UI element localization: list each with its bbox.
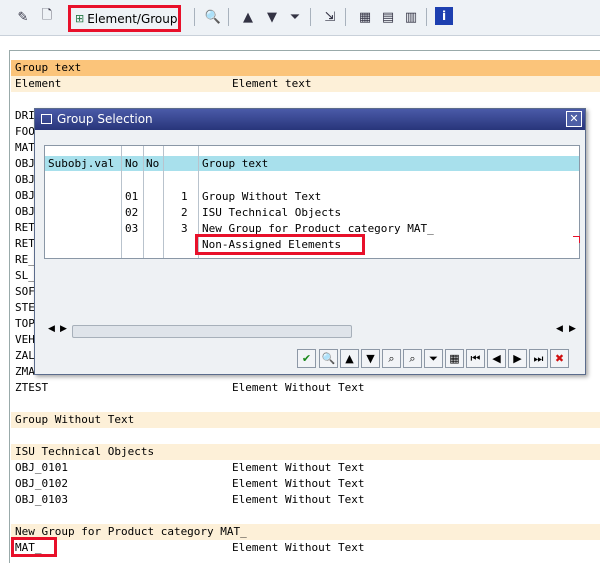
list-item[interactable]: SL_ [15, 268, 35, 284]
save-layout-icon[interactable]: ▥ [401, 7, 421, 27]
group-selection-dialog: Group Selection ✕ Subobj.val No No Group… [34, 108, 586, 375]
new-document-icon[interactable]: 🗋 [37, 7, 57, 27]
column-header-group-text[interactable]: Group text [202, 156, 268, 172]
find-next-icon[interactable]: ⌕ [403, 349, 422, 368]
scroll-left-icon[interactable]: ◀ [48, 324, 55, 334]
list-item[interactable]: OBJ [15, 172, 35, 188]
magnify-icon[interactable]: 🔍 [319, 349, 338, 368]
cursor-corner-mark [573, 236, 580, 243]
dialog-title-bar: Group Selection ✕ [35, 109, 585, 130]
hierarchy-icon: ⊞ [75, 12, 85, 25]
list-item[interactable]: OBJ_0103 [15, 492, 68, 508]
filter-icon[interactable]: ⏷ [285, 7, 305, 27]
info-icon[interactable]: i [435, 7, 453, 25]
list-item[interactable]: OBJ_0101 [15, 460, 68, 476]
list-item-ztest-text: Element Without Text [232, 381, 365, 394]
list-item-text: Element Without Text [232, 477, 365, 490]
application-toolbar: ✎ 🗋 ⊞ Element/Group 🔍 ▲ ▼ ⏷ ⇲ ▦ ▤ ▥ i [0, 0, 600, 36]
sort-descending-icon[interactable]: ▼ [262, 7, 282, 27]
sort-ascending-icon[interactable]: ▲ [340, 349, 359, 368]
sort-ascending-icon[interactable]: ▲ [238, 7, 258, 27]
table-cell-no2[interactable]: 1 [181, 189, 188, 205]
column-header-subobj[interactable]: Subobj.val [48, 156, 114, 172]
list-item[interactable]: VEH [15, 332, 35, 348]
column-header-element-text: Element text [232, 77, 312, 90]
confirm-check-icon[interactable]: ✔ [297, 349, 316, 368]
table-cell-no1[interactable]: 02 [125, 205, 138, 221]
layout-grid-icon[interactable]: ▦ [445, 349, 464, 368]
list-item[interactable]: OBJ [15, 156, 35, 172]
column-divider [163, 146, 164, 258]
list-item[interactable]: RET [15, 236, 35, 252]
list-item-text: Element Without Text [232, 493, 365, 506]
column-header-group-text: Group text [15, 61, 82, 74]
list-item[interactable]: FOO [15, 124, 35, 140]
change-layout-icon[interactable]: ▤ [378, 7, 398, 27]
group-header-band [11, 60, 600, 76]
column-divider [121, 146, 122, 258]
column-header-element: Element [15, 77, 62, 90]
list-item[interactable]: RE_ [15, 252, 35, 268]
table-cell-group-text[interactable]: Group Without Text [202, 189, 321, 205]
horizontal-scrollbar[interactable]: ◀ ▶ ◀ ▶ [44, 323, 580, 339]
pencil-icon[interactable]: ✎ [13, 7, 33, 27]
column-divider [143, 146, 144, 258]
list-item[interactable]: OBJ_0102 [15, 476, 68, 492]
scroll-left-icon[interactable]: ◀ [556, 324, 563, 334]
sort-descending-icon[interactable]: ▼ [361, 349, 380, 368]
next-page-icon[interactable]: ▶ [508, 349, 527, 368]
table-cell-no2[interactable]: 3 [181, 221, 188, 237]
list-item-text: Element Without Text [232, 541, 365, 554]
dialog-icon [41, 114, 52, 124]
table-cell-no1[interactable]: 03 [125, 221, 138, 237]
group-heading: Group Without Text [15, 413, 135, 426]
scrollbar-thumb[interactable] [72, 325, 352, 338]
toolbar-separator [228, 8, 229, 26]
list-item[interactable]: MAT [15, 140, 35, 156]
list-item[interactable]: ZAL [15, 348, 35, 364]
column-header-no2[interactable]: No [146, 156, 159, 172]
table-cell-group-text[interactable]: ISU Technical Objects [202, 205, 341, 221]
toolbar-separator [310, 8, 311, 26]
cancel-x-icon[interactable]: ✖ [550, 349, 569, 368]
list-item[interactable]: RET [15, 220, 35, 236]
find-icon[interactable]: ⌕ [382, 349, 401, 368]
toolbar-separator [345, 8, 346, 26]
element-group-label: Element/Group [87, 11, 178, 26]
list-item[interactable]: STE [15, 300, 35, 316]
layout-grid-icon[interactable]: ▦ [355, 7, 375, 27]
filter-icon[interactable]: ⏷ [424, 349, 443, 368]
highlight-mat-row [11, 537, 57, 557]
table-cell-no1[interactable]: 01 [125, 189, 138, 205]
last-page-icon[interactable]: ⏭ [529, 349, 548, 368]
export-icon[interactable]: ⇲ [320, 7, 340, 27]
table-cell-no2[interactable]: 2 [181, 205, 188, 221]
search-icon[interactable]: 🔍 [203, 7, 223, 27]
highlight-non-assigned [195, 234, 365, 255]
scroll-right-icon[interactable]: ▶ [60, 324, 67, 334]
close-icon[interactable]: ✕ [566, 111, 582, 127]
list-item[interactable]: DRI [15, 108, 35, 124]
list-item-ztest[interactable]: ZTEST [15, 380, 48, 396]
dialog-title: Group Selection [57, 112, 153, 126]
column-header-no1[interactable]: No [125, 156, 138, 172]
group-heading: ISU Technical Objects [15, 445, 155, 458]
list-item[interactable]: OBJ [15, 204, 35, 220]
toolbar-separator [426, 8, 427, 26]
toolbar-separator [194, 8, 195, 26]
list-item[interactable]: SOF [15, 284, 35, 300]
list-item-text: Element Without Text [232, 461, 365, 474]
list-item[interactable]: OBJ [15, 188, 35, 204]
first-page-icon[interactable]: ⏮ [466, 349, 485, 368]
list-item[interactable]: TOP [15, 316, 35, 332]
element-group-button[interactable]: ⊞ Element/Group [68, 5, 181, 32]
scroll-right-icon[interactable]: ▶ [569, 324, 576, 334]
list-item[interactable]: ZMA [15, 364, 35, 380]
previous-page-icon[interactable]: ◀ [487, 349, 506, 368]
